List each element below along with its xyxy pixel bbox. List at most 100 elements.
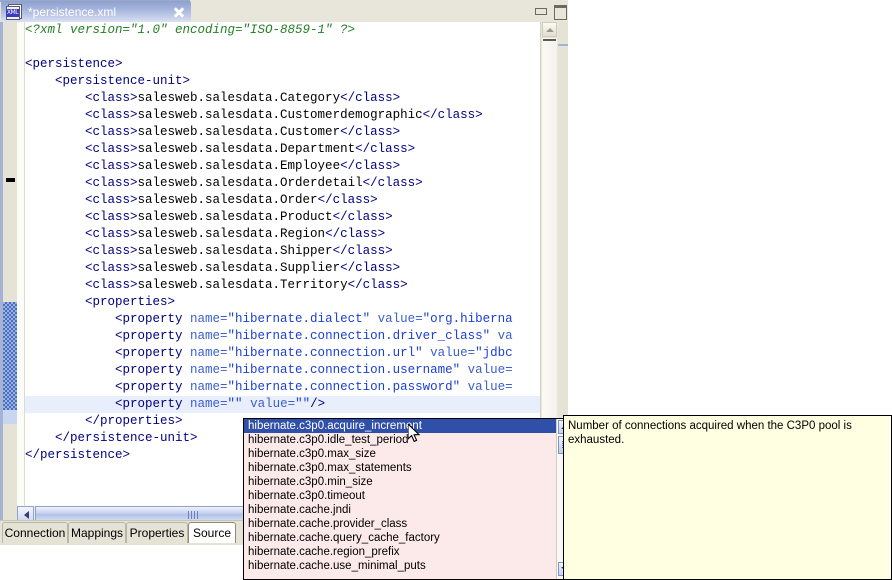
code-line[interactable]: <class>salesweb.salesdata.Orderdetail</c…: [25, 175, 540, 192]
code-token-tag: <property: [25, 329, 190, 343]
autocomplete-item[interactable]: hibernate.cache.provider_class: [244, 517, 556, 531]
code-token-txt: salesweb.salesdata.Order: [138, 193, 318, 207]
code-token-tag: </class>: [340, 159, 400, 173]
code-token-tag: <property: [25, 363, 190, 377]
editor-tab-label: *persistence.xml: [28, 5, 171, 19]
code-line[interactable]: <property name="hibernate.connection.url…: [25, 345, 540, 362]
code-line[interactable]: <properties>: [25, 294, 540, 311]
maximize-icon[interactable]: [553, 4, 567, 17]
tab-source[interactable]: Source: [188, 522, 236, 543]
code-token-attr: name=: [190, 346, 228, 360]
autocomplete-item[interactable]: hibernate.c3p0.max_statements: [244, 461, 556, 475]
chevron-up-icon[interactable]: [542, 22, 557, 37]
code-line[interactable]: <class>salesweb.salesdata.Territory</cla…: [25, 277, 540, 294]
code-token-tag: <class>: [25, 227, 138, 241]
desktop-background-right: [568, 0, 892, 415]
code-line[interactable]: <class>salesweb.salesdata.Category</clas…: [25, 90, 540, 107]
autocomplete-item[interactable]: hibernate.cache.use_minimal_puts: [244, 559, 556, 573]
code-token-tag: <class>: [25, 278, 138, 292]
autocomplete-item[interactable]: hibernate.cache.jndi: [244, 503, 556, 517]
editor-right-edge-accent: [557, 44, 568, 46]
code-token-val: "hibernate.dialect": [228, 312, 371, 326]
code-token-val: "": [295, 397, 310, 411]
tab-properties[interactable]: Properties: [126, 522, 188, 543]
autocomplete-item[interactable]: hibernate.c3p0.timeout: [244, 489, 556, 503]
code-token-decl: <?xml version="1.0" encoding="ISO-8859-1…: [25, 23, 355, 37]
code-token-val: "hibernate.connection.password": [228, 380, 461, 394]
code-line[interactable]: <property name="hibernate.connection.pas…: [25, 379, 540, 396]
code-token-tag: </class>: [340, 91, 400, 105]
autocomplete-documentation-text: Number of connections acquired when the …: [564, 416, 891, 450]
xml-file-icon-label: XML: [6, 9, 19, 17]
editor-tab-persistence-xml[interactable]: XML *persistence.xml: [1, 1, 191, 22]
minimize-icon[interactable]: [534, 4, 548, 17]
horizontal-scrollbar-grip: [188, 511, 200, 519]
autocomplete-item[interactable]: hibernate.c3p0.idle_test_period: [244, 433, 556, 447]
code-token-attr: value=: [423, 346, 476, 360]
autocomplete-item[interactable]: hibernate.cache.query_cache_factory: [244, 531, 556, 545]
code-token-tag: <class>: [25, 176, 138, 190]
code-fold-marker[interactable]: [6, 178, 15, 182]
autocomplete-item[interactable]: hibernate.cache.region_prefix: [244, 545, 556, 559]
code-line[interactable]: <property name="" value=""/>: [25, 396, 540, 413]
code-line[interactable]: <class>salesweb.salesdata.Product</class…: [25, 209, 540, 226]
vertical-scrollbar-thumb[interactable]: [543, 39, 556, 41]
autocomplete-popup[interactable]: hibernate.c3p0.acquire_incrementhibernat…: [243, 418, 573, 580]
code-line[interactable]: <persistence>: [25, 56, 540, 73]
autocomplete-item[interactable]: hibernate.c3p0.acquire_increment: [244, 419, 556, 433]
code-line[interactable]: <class>salesweb.salesdata.Customer</clas…: [25, 124, 540, 141]
code-token-tag: <class>: [25, 193, 138, 207]
code-token-val: "org.hiberna: [423, 312, 513, 326]
code-token-tag: <class>: [25, 159, 138, 173]
code-token-tag: </properties>: [25, 414, 183, 428]
code-token-tag: <persistence-unit>: [25, 74, 190, 88]
code-token-attr: name=: [190, 397, 228, 411]
code-token-txt: salesweb.salesdata.Category: [138, 91, 341, 105]
code-token-val: "": [228, 397, 243, 411]
code-token-tag: <property: [25, 397, 190, 411]
code-line[interactable]: <?xml version="1.0" encoding="ISO-8859-1…: [25, 22, 540, 39]
code-line[interactable]: <property name="hibernate.dialect" value…: [25, 311, 540, 328]
code-token-val: "jdbc: [475, 346, 513, 360]
code-line[interactable]: <class>salesweb.salesdata.Customerdemogr…: [25, 107, 540, 124]
code-token-tag: </class>: [333, 210, 393, 224]
code-token-tag: </class>: [355, 142, 415, 156]
editor-annotation-gutter[interactable]: [3, 22, 17, 506]
autocomplete-documentation-panel: Number of connections acquired when the …: [563, 415, 892, 580]
code-token-tag: </persistence>: [25, 448, 130, 462]
code-line[interactable]: <class>salesweb.salesdata.Order</class>: [25, 192, 540, 209]
code-token-tag: </class>: [325, 227, 385, 241]
code-token-tag: <class>: [25, 125, 138, 139]
code-lines: <?xml version="1.0" encoding="ISO-8859-1…: [25, 22, 540, 464]
code-line[interactable]: <class>salesweb.salesdata.Department</cl…: [25, 141, 540, 158]
code-token-attr: name=: [190, 329, 228, 343]
code-line[interactable]: <class>salesweb.salesdata.Shipper</class…: [25, 243, 540, 260]
close-icon[interactable]: [171, 4, 187, 20]
code-line[interactable]: <class>salesweb.salesdata.Region</class>: [25, 226, 540, 243]
gutter-selection-marker: [3, 302, 17, 410]
code-token-tag: />: [310, 397, 325, 411]
code-line[interactable]: <property name="hibernate.connection.use…: [25, 362, 540, 379]
code-token-txt: salesweb.salesdata.Customerdemographic: [138, 108, 423, 122]
code-token-attr: value=: [460, 380, 513, 394]
code-line[interactable]: <persistence-unit>: [25, 73, 540, 90]
autocomplete-list[interactable]: hibernate.c3p0.acquire_incrementhibernat…: [244, 419, 556, 579]
tab-connection[interactable]: Connection: [2, 522, 68, 543]
editor-gutter-separator: [17, 22, 25, 506]
code-line[interactable]: <class>salesweb.salesdata.Employee</clas…: [25, 158, 540, 175]
code-token-tag: </class>: [340, 125, 400, 139]
code-token-attr: value=: [370, 312, 423, 326]
code-token-tag: <property: [25, 380, 190, 394]
tab-mappings[interactable]: Mappings: [68, 522, 126, 543]
code-token-tag: <class>: [25, 108, 138, 122]
code-token-tag: </class>: [363, 176, 423, 190]
code-token-tag: <property: [25, 346, 190, 360]
autocomplete-item[interactable]: hibernate.c3p0.min_size: [244, 475, 556, 489]
code-token-val: "hibernate.connection.driver_class": [228, 329, 491, 343]
code-line[interactable]: <class>salesweb.salesdata.Supplier</clas…: [25, 260, 540, 277]
code-line[interactable]: [25, 39, 540, 56]
code-token-attr: name=: [190, 312, 228, 326]
autocomplete-item[interactable]: hibernate.c3p0.max_size: [244, 447, 556, 461]
code-line[interactable]: <property name="hibernate.connection.dri…: [25, 328, 540, 345]
code-token-tag: </class>: [348, 278, 408, 292]
